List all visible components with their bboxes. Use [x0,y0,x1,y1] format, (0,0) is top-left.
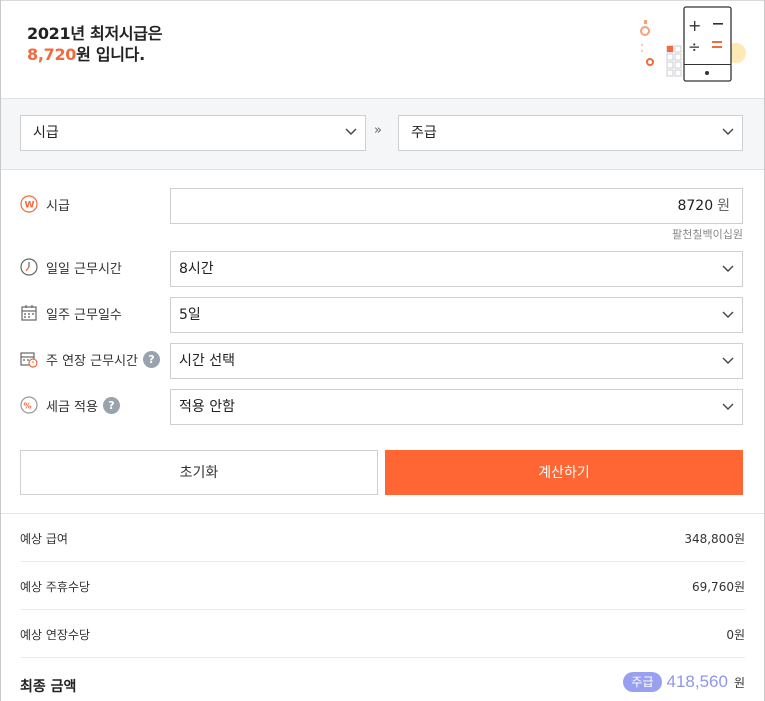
svg-text:÷: ÷ [688,38,701,56]
final-amount-row: 최종 금액 주급 418,560 원 [20,670,745,700]
result-value: 0원 [726,628,745,642]
period-badge: 주급 [623,672,662,692]
weekly-days-value: 5일 [179,307,201,323]
from-unit-value: 시급 [33,125,59,141]
daily-hours-select[interactable]: 8시간 [170,251,743,287]
headline-line1: 2021년 최저시급은 [27,24,163,43]
header: 2021년 최저시급은 8,720원 입니다. + ÷ [1,0,764,98]
hourly-wage-unit: 원 [717,198,730,214]
tax-value: 적용 안함 [179,399,235,415]
svg-text:W: W [25,201,35,211]
overtime-label-row: 주 연장 근무시간 ? [20,349,160,369]
chevron-down-icon [722,403,734,410]
final-amount-value: 418,560 [666,672,728,691]
amount-in-words: 팔천칠백이십원 [672,228,743,241]
convert-arrow-icon: » [374,123,382,138]
final-amount-unit: 원 [733,675,745,690]
result-value: 348,800원 [684,532,745,546]
result-label: 예상 주휴수당 [20,580,91,594]
result-row-weekly-holiday-pay: 예상 주휴수당 69,760원 [20,562,745,610]
daily-hours-value: 8시간 [179,261,214,277]
result-row-overtime-pay: 예상 연장수당 0원 [20,610,745,658]
daily-hours-label: 일일 근무시간 [46,261,122,277]
svg-text:+: + [688,16,701,35]
reset-button[interactable]: 초기화 [20,450,378,495]
weekly-days-select[interactable]: 5일 [170,297,743,333]
svg-text:%: % [24,402,32,411]
hourly-label-row: W 시급 [20,194,70,214]
chevron-down-icon [722,311,734,318]
calculate-button[interactable]: 계산하기 [385,450,743,495]
overtime-value: 시간 선택 [179,353,235,369]
results-panel: 예상 급여 348,800원 예상 주휴수당 69,760원 예상 연장수당 0… [1,513,764,701]
won-icon: W [20,195,38,213]
chevron-down-icon [722,357,734,364]
overtime-label: 주 연장 근무시간 [46,353,138,369]
weekly-days-label-row: 일주 근무일수 [20,303,122,323]
clock-icon [20,258,38,276]
hourly-wage-value: 8720 [677,198,714,214]
percent-icon: % [20,396,38,414]
result-row-salary: 예상 급여 348,800원 [20,514,745,562]
tax-label-row: % 세금 적용 ? [20,395,120,415]
hourly-label: 시급 [46,198,70,214]
calendar-icon [21,305,37,321]
headline-amount: 8,720 [27,45,77,64]
tax-label: 세금 적용 [46,399,98,415]
tax-select[interactable]: 적용 안함 [170,389,743,425]
chevron-down-icon [722,128,734,135]
help-icon[interactable]: ? [143,350,160,368]
result-label: 예상 급여 [20,532,68,546]
to-unit-select[interactable]: 주급 [398,115,743,151]
calculator-illustration: + ÷ [640,6,746,82]
overtime-calendar-icon [20,352,38,368]
headline: 2021년 최저시급은 8,720원 입니다. [27,23,162,65]
result-label: 예상 연장수당 [20,628,91,642]
daily-hours-label-row: 일일 근무시간 [20,257,122,277]
weekly-days-label: 일주 근무일수 [46,307,122,323]
from-unit-select[interactable]: 시급 [20,115,366,151]
final-amount-label: 최종 금액 [20,679,77,695]
headline-suffix: 원 입니다. [76,45,145,64]
to-unit-value: 주급 [411,125,437,141]
chevron-down-icon [722,265,734,272]
chevron-down-icon [345,128,357,135]
result-value: 69,760원 [691,580,745,594]
overtime-select[interactable]: 시간 선택 [170,343,743,379]
hourly-wage-input[interactable]: 8720 원 [170,188,743,224]
help-icon[interactable]: ? [102,396,120,414]
